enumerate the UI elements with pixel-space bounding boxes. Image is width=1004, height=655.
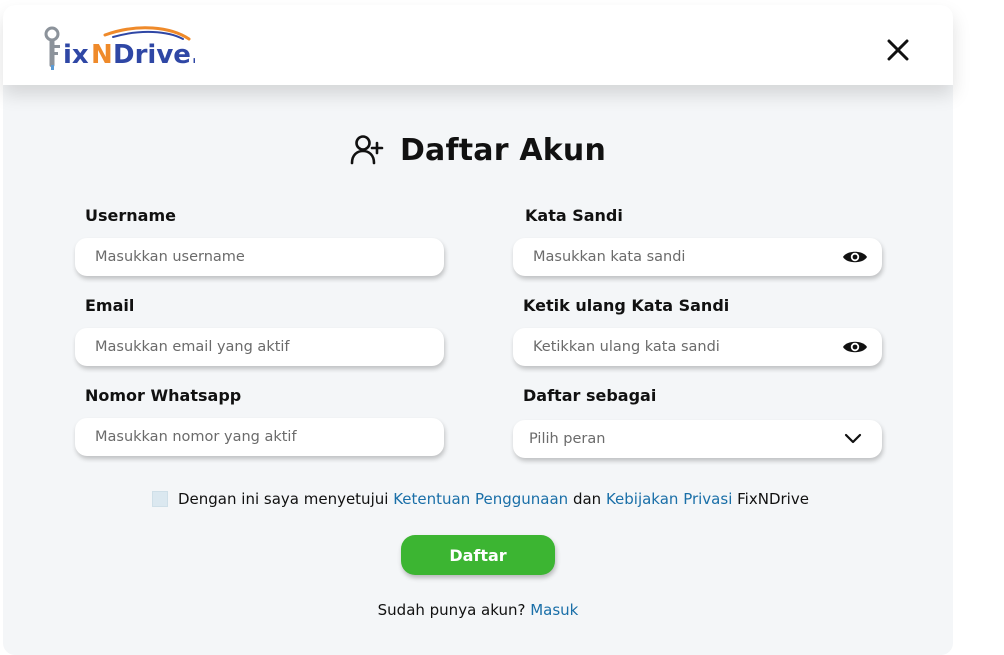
whatsapp-label: Nomor Whatsapp [85,386,242,405]
username-input[interactable] [75,238,444,276]
terms-row: Dengan ini saya menyetujui Ketentuan Pen… [152,489,809,509]
page-title: Daftar Akun [399,132,607,168]
svg-text:Drive.: Drive. [113,40,195,70]
username-label: Username [85,206,176,225]
password-label: Kata Sandi [525,206,623,225]
confirm-password-field-wrap [513,328,882,366]
username-field-wrap [75,238,444,276]
register-button[interactable]: Daftar [401,535,555,575]
whatsapp-field-wrap [75,418,444,456]
whatsapp-input[interactable] [75,418,444,456]
email-label: Email [85,296,135,315]
role-select-value: Pilih peran [529,431,606,447]
modal-header: ix N Drive. [3,5,953,85]
login-prompt: Sudah punya akun? [377,601,531,619]
email-field-wrap [75,328,444,366]
close-icon [887,39,909,61]
terms-suffix: FixNDrive [732,490,809,508]
login-link[interactable]: Masuk [530,601,578,619]
confirm-password-input[interactable] [513,328,882,366]
terms-middle: dan [568,490,606,508]
wrench-key-icon: ix N Drive. [44,26,195,70]
email-input[interactable] [75,328,444,366]
chevron-down-icon [844,433,862,445]
brand-logo[interactable]: ix N Drive. [43,25,195,75]
terms-prefix: Dengan ini saya menyetujui [178,490,394,508]
confirm-password-label: Ketik ulang Kata Sandi [523,296,730,315]
add-user-icon [350,134,384,166]
eye-icon[interactable] [842,338,868,356]
page-title-row: Daftar Akun [0,128,956,172]
eye-icon[interactable] [842,248,868,266]
svg-text:N: N [91,40,113,70]
password-field-wrap [513,238,882,276]
role-select[interactable]: Pilih peran [513,420,882,458]
terms-checkbox[interactable] [152,491,168,507]
privacy-policy-link[interactable]: Kebijakan Privasi [606,490,732,508]
password-input[interactable] [513,238,882,276]
terms-of-use-link[interactable]: Ketentuan Penggunaan [393,490,568,508]
close-button[interactable] [885,37,911,63]
login-prompt-row: Sudah punya akun? Masuk [0,601,956,619]
svg-text:ix: ix [63,40,89,70]
role-label: Daftar sebagai [523,386,657,405]
